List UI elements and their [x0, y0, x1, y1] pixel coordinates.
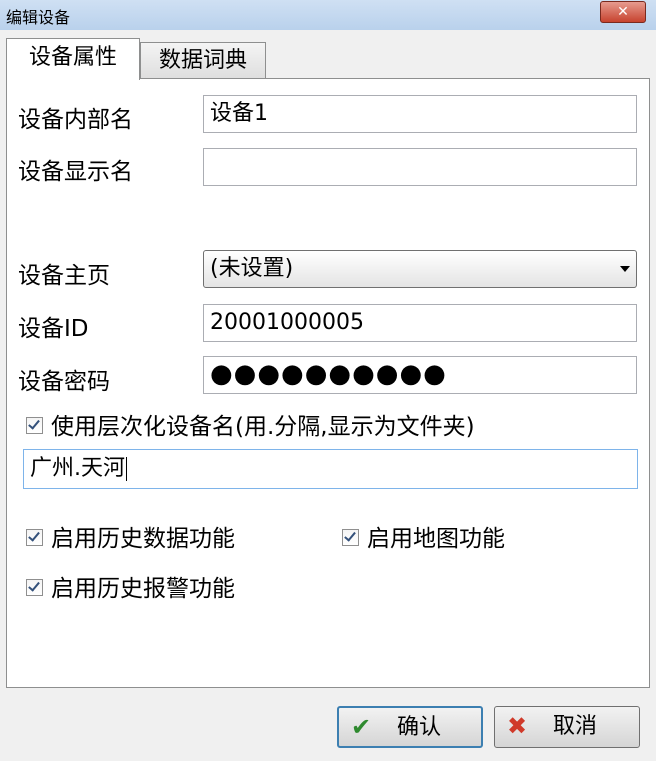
hierarchical-name-value: 广州.天河: [30, 456, 125, 481]
history-data-label: 启用历史数据功能: [51, 526, 235, 552]
text-caret: [126, 457, 127, 481]
display-name-field[interactable]: [203, 148, 637, 186]
history-data-checkbox[interactable]: [26, 529, 43, 546]
hierarchical-name-label: 使用层次化设备名(用.分隔,显示为文件夹): [51, 414, 475, 440]
hierarchical-name-option[interactable]: 使用层次化设备名(用.分隔,显示为文件夹): [26, 407, 475, 441]
history-alarm-checkbox[interactable]: [26, 579, 43, 596]
checkmark-icon: ✔: [351, 713, 372, 741]
hierarchical-name-checkbox[interactable]: [26, 417, 43, 434]
history-alarm-label: 启用历史报警功能: [51, 576, 235, 602]
tab-device-properties[interactable]: 设备属性: [6, 38, 140, 80]
map-label: 启用地图功能: [367, 526, 505, 552]
password-field[interactable]: ●●●●●●●●●●: [203, 356, 637, 394]
map-option[interactable]: 启用地图功能: [342, 519, 505, 553]
internal-name-label: 设备内部名: [18, 107, 133, 133]
history-data-option[interactable]: 启用历史数据功能: [26, 519, 235, 553]
device-id-label: 设备ID: [18, 316, 89, 342]
window-title: 编辑设备: [6, 8, 71, 27]
hierarchical-name-input[interactable]: 广州.天河: [23, 449, 638, 489]
x-icon: ✖: [507, 712, 528, 740]
tab-data-dictionary[interactable]: 数据词典: [140, 42, 266, 79]
map-checkbox[interactable]: [342, 529, 359, 546]
homepage-select[interactable]: (未设置): [203, 250, 637, 288]
cancel-button-label: 取消: [553, 714, 598, 739]
display-name-label: 设备显示名: [18, 159, 133, 185]
confirm-button[interactable]: ✔ 确认: [337, 706, 483, 748]
homepage-label: 设备主页: [18, 263, 110, 289]
chevron-down-icon: [620, 266, 630, 272]
edit-device-dialog: 编辑设备 ✕ 设备属性 数据词典 设备内部名 设备1 设备显示名 设备主页 (未…: [0, 0, 656, 761]
cancel-button[interactable]: ✖ 取消: [494, 706, 640, 748]
homepage-selected-value: (未设置): [210, 256, 294, 281]
history-alarm-option[interactable]: 启用历史报警功能: [26, 569, 235, 603]
close-button[interactable]: ✕: [600, 1, 646, 23]
close-icon: ✕: [617, 4, 629, 20]
internal-name-field[interactable]: 设备1: [203, 95, 637, 133]
device-id-field[interactable]: 20001000005: [203, 304, 637, 342]
confirm-button-label: 确认: [397, 715, 442, 740]
password-label: 设备密码: [18, 369, 110, 395]
title-bar: 编辑设备 ✕: [0, 0, 656, 30]
